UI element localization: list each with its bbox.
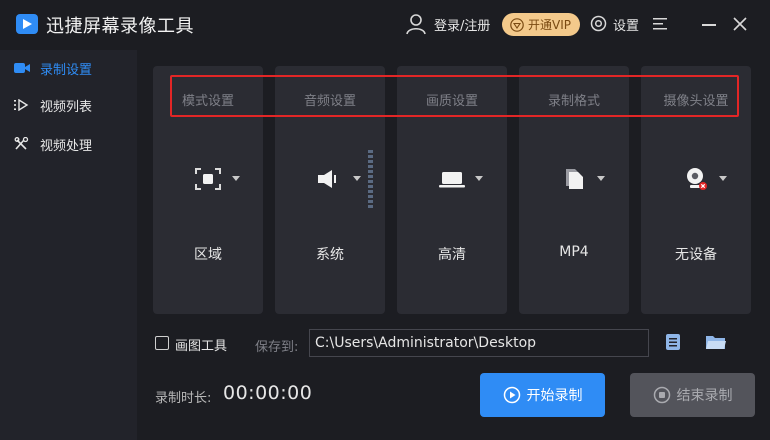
card-title: 录制格式 (547, 94, 600, 109)
file-list-icon[interactable] (665, 333, 681, 351)
minimize-button[interactable] (701, 14, 717, 34)
mode-dropdown-caret[interactable] (232, 176, 240, 181)
sidebar: 录制设置 视频列表 视频处理 (0, 50, 137, 440)
vip-diamond-icon (510, 17, 524, 32)
gear-icon[interactable] (590, 15, 607, 32)
sidebar-item-video-processing[interactable]: 视频处理 (0, 126, 137, 162)
title-bar: 迅捷屏幕录像工具 登录/注册 开通VIP 设置 (0, 0, 770, 50)
format-dropdown-caret[interactable] (597, 176, 605, 181)
format-value: MP4 (559, 244, 589, 260)
card-title: 画质设置 (425, 94, 478, 109)
region-icon (195, 168, 221, 190)
start-recording-label: 开始录制 (526, 388, 583, 404)
save-to-label: 保存到: (255, 340, 299, 355)
format-settings-card[interactable]: 录制格式 MP4 (519, 66, 629, 314)
sidebar-item-video-list[interactable]: 视频列表 (0, 87, 137, 123)
settings-link[interactable]: 设置 (613, 15, 639, 34)
volume-meter (368, 150, 373, 210)
file-icon (566, 169, 583, 189)
open-vip-button[interactable]: 开通VIP (502, 13, 580, 36)
save-path-input[interactable]: C:\Users\Administrator\Desktop (309, 329, 649, 357)
mode-value: 区域 (194, 247, 222, 263)
vip-label: 开通VIP (528, 18, 571, 32)
app-logo-icon (16, 14, 38, 34)
user-icon[interactable] (406, 13, 426, 35)
quality-settings-card[interactable]: 画质设置 高清 (397, 66, 507, 314)
draw-tool-label[interactable]: 画图工具 (175, 335, 227, 354)
sidebar-item-label: 视频处理 (40, 138, 93, 154)
camera-icon (14, 61, 32, 75)
sidebar-item-record-settings[interactable]: 录制设置 (0, 50, 137, 86)
audio-value: 系统 (316, 247, 344, 263)
duration-label: 录制时长: (155, 391, 212, 406)
folder-icon[interactable] (705, 333, 727, 351)
draw-tool-checkbox[interactable] (155, 336, 169, 350)
stop-recording-label: 结束录制 (676, 388, 733, 404)
laptop-icon (439, 172, 465, 188)
card-title: 摄像头设置 (663, 94, 729, 109)
sidebar-item-label: 录制设置 (40, 62, 93, 78)
card-title: 模式设置 (181, 94, 234, 109)
list-play-icon (14, 98, 32, 112)
duration-value: 00:00:00 (223, 382, 313, 404)
speaker-icon (318, 170, 336, 188)
mode-settings-card[interactable]: 模式设置 区域 (153, 66, 263, 314)
login-register-link[interactable]: 登录/注册 (434, 15, 490, 34)
stop-circle-icon (653, 386, 670, 404)
app-title: 迅捷屏幕录像工具 (46, 16, 194, 37)
webcam-icon (687, 168, 707, 190)
quality-dropdown-caret[interactable] (475, 176, 483, 181)
webcam-value: 无设备 (675, 247, 717, 263)
sidebar-item-label: 视频列表 (40, 99, 93, 115)
tools-icon (14, 137, 32, 151)
quality-value: 高清 (438, 247, 466, 263)
start-recording-button[interactable]: 开始录制 (480, 373, 605, 417)
webcam-dropdown-caret[interactable] (719, 176, 727, 181)
menu-icon[interactable] (653, 17, 667, 31)
close-icon[interactable] (732, 16, 748, 32)
card-title: 音频设置 (303, 94, 356, 109)
play-circle-icon (503, 386, 520, 404)
stop-recording-button[interactable]: 结束录制 (630, 373, 755, 417)
audio-dropdown-caret[interactable] (353, 176, 361, 181)
webcam-settings-card[interactable]: 摄像头设置 无设备 (641, 66, 751, 314)
